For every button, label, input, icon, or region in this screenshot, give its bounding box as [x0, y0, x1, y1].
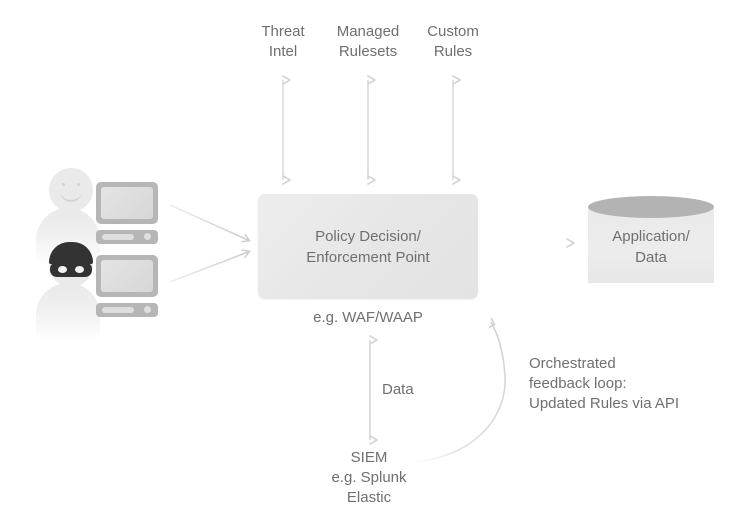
monitor-base-bar [102, 307, 134, 313]
monitor-base-dot [144, 233, 151, 240]
label-data: Data [382, 381, 414, 398]
application-data-node: Application/ Data [588, 196, 714, 294]
attacker-icon [32, 242, 104, 341]
monitor-glass [101, 187, 153, 219]
label-custom-rules: Custom Rules [427, 23, 479, 60]
siem-node-label: SIEM e.g. Splunk Elastic [331, 449, 407, 506]
monitor-screen [96, 182, 158, 224]
user-smile [60, 188, 82, 202]
arrow-attacker-to-pdp [169, 249, 251, 283]
attacker-head [49, 242, 93, 287]
cylinder-top [588, 196, 714, 218]
diagram-canvas: Threat Intel Managed Rulesets Custom Rul… [0, 0, 740, 523]
monitor-base-bar [102, 234, 134, 240]
arrow-feedback-loop [412, 317, 506, 463]
user-monitor-icon [96, 182, 158, 244]
attacker-eye-left [58, 266, 67, 273]
user-head [49, 168, 93, 212]
feedback-loop-label: Orchestrated feedback loop: Updated Rule… [529, 355, 680, 412]
policy-decision-enforcement-point-node: Policy Decision/ Enforcement Point [258, 194, 478, 299]
arrow-user-to-pdp [169, 204, 251, 243]
policy-decision-enforcement-point-label: Policy Decision/ Enforcement Point [306, 227, 430, 266]
monitor-base-dot [144, 306, 151, 313]
application-data-label: Application/ Data [612, 228, 690, 266]
attacker-cap-icon [49, 242, 93, 264]
policy-decision-enforcement-point-sublabel: e.g. WAF/WAAP [313, 309, 423, 326]
attacker-monitor-icon [96, 255, 158, 317]
label-threat-intel: Threat Intel [261, 23, 305, 60]
attacker-eye-mask-icon [50, 262, 92, 277]
attacker-eye-right [75, 266, 84, 273]
monitor-glass [101, 260, 153, 292]
attacker-body [36, 283, 100, 341]
monitor-screen [96, 255, 158, 297]
user-eye-right [77, 183, 80, 186]
label-managed-rulesets: Managed Rulesets [336, 23, 400, 60]
user-eye-left [62, 183, 65, 186]
